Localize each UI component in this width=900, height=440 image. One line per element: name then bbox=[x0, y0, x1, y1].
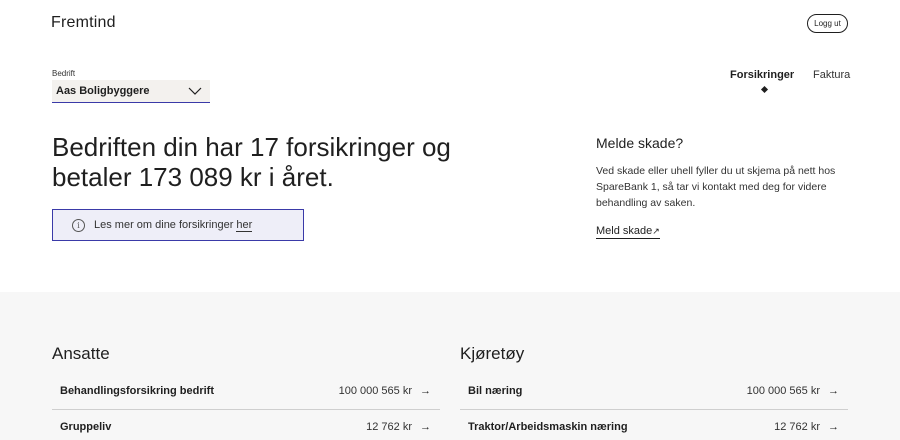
section-title-kjoretoy: Kjøretøy bbox=[460, 344, 525, 363]
insurance-amount: 100 000 565 kr bbox=[746, 385, 820, 397]
tab-faktura[interactable]: Faktura bbox=[813, 69, 850, 81]
tab-forsikringer[interactable]: Forsikringer bbox=[730, 69, 794, 81]
arrow-right-icon: → bbox=[420, 385, 431, 397]
insurance-row[interactable]: Bil næring 100 000 565 kr → bbox=[460, 373, 848, 409]
insurance-name: Bil næring bbox=[468, 385, 523, 397]
section-title-ansatte: Ansatte bbox=[52, 344, 110, 363]
arrow-right-icon: → bbox=[828, 421, 839, 433]
info-icon: i bbox=[72, 218, 85, 232]
active-tab-indicator bbox=[760, 85, 769, 94]
external-link-icon: ↗ bbox=[652, 226, 660, 236]
chevron-down-icon bbox=[188, 87, 202, 95]
info-banner-link[interactable]: her bbox=[236, 219, 253, 232]
insurance-amount: 12 762 kr bbox=[774, 421, 820, 433]
insurance-amount: 12 762 kr bbox=[366, 421, 412, 433]
report-claim-label: Meld skade bbox=[596, 225, 653, 237]
claim-title: Melde skade? bbox=[596, 135, 684, 151]
page-headline: Bedriften din har 17 forsikringer og bet… bbox=[52, 132, 451, 192]
fremtind-logo[interactable]: Fremtind bbox=[51, 14, 116, 32]
arrow-right-icon: → bbox=[828, 385, 839, 397]
report-claim-link[interactable]: Meld skade↗ bbox=[596, 225, 660, 239]
insurance-row[interactable]: Behandlingsforsikring bedrift 100 000 56… bbox=[52, 373, 440, 409]
info-banner: i Les mer om dine forsikringer her bbox=[52, 209, 304, 241]
company-select-label: Bedrift bbox=[52, 69, 76, 78]
company-select-value: Aas Boligbyggere bbox=[56, 85, 150, 97]
insurance-name: Traktor/Arbeidsmaskin næring bbox=[468, 421, 628, 433]
logout-button[interactable]: Logg ut bbox=[807, 14, 848, 33]
insurance-row[interactable]: Traktor/Arbeidsmaskin næring 12 762 kr → bbox=[460, 409, 848, 440]
claim-description: Ved skade eller uhell fyller du ut skjem… bbox=[596, 165, 836, 209]
info-banner-text: Les mer om dine forsikringer bbox=[94, 219, 234, 231]
arrow-right-icon: → bbox=[420, 421, 431, 433]
insurance-name: Behandlingsforsikring bedrift bbox=[60, 385, 215, 397]
company-select[interactable]: Aas Boligbyggere bbox=[52, 80, 210, 103]
insurance-amount: 100 000 565 kr bbox=[338, 385, 412, 397]
insurance-row[interactable]: Gruppeliv 12 762 kr → bbox=[52, 409, 440, 440]
insurance-name: Gruppeliv bbox=[60, 421, 112, 433]
